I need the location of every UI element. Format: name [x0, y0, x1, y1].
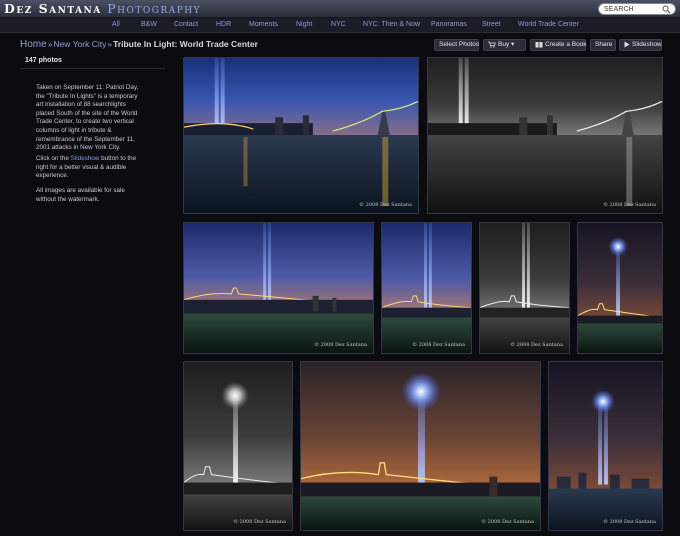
breadcrumb-separator: »: [47, 39, 53, 49]
sale-note: All images are available for sale withou…: [36, 187, 125, 203]
nav-item-bw[interactable]: B&W: [141, 21, 157, 28]
slideshow-button[interactable]: Slideshow: [619, 39, 662, 51]
nav-item-hdr[interactable]: HDR: [216, 21, 231, 28]
site-header: Dez Santana Photography: [0, 0, 680, 18]
breadcrumb-new-york-city[interactable]: New York City: [53, 39, 106, 49]
book-icon: [535, 41, 543, 48]
site-logo[interactable]: Dez Santana Photography: [4, 1, 201, 16]
photo-thumbnail[interactable]: © 2008 Dez Santana: [381, 222, 472, 354]
slideshow-label: Slideshow: [632, 41, 662, 48]
watermark: © 2008 Dez Santana: [359, 202, 412, 208]
watermark: © 2008 Dez Santana: [314, 342, 367, 348]
watermark: © 2008 Dez Santana: [603, 519, 656, 525]
photo-count: 147 photos: [25, 57, 62, 64]
cart-icon: [488, 41, 496, 48]
gallery-description: Taken on September 11: Patriot Day, the …: [36, 84, 139, 152]
create-book-label: Create a Book: [545, 41, 587, 48]
photo-thumbnail[interactable]: [577, 222, 663, 354]
watermark: © 2008 Dez Santana: [510, 342, 563, 348]
nav-item-nyc[interactable]: NYC: [331, 21, 346, 28]
share-label: Share: [595, 41, 613, 48]
photo-thumbnail[interactable]: © 2008 Dez Santana: [183, 57, 419, 214]
select-photos-label: Select Photos: [439, 41, 480, 48]
watermark: © 2008 Dez Santana: [233, 519, 286, 525]
breadcrumb-separator: »: [107, 39, 113, 49]
nav-item-moments[interactable]: Moments: [249, 21, 278, 28]
play-icon: [624, 41, 630, 48]
slideshow-link[interactable]: Slideshow: [71, 155, 100, 162]
search-icon[interactable]: [662, 5, 671, 14]
buy-button[interactable]: Buy ▾: [483, 39, 526, 51]
nav-item-street[interactable]: Street: [482, 21, 501, 28]
slideshow-hint-pre: Click on the: [36, 155, 71, 162]
select-photos-button[interactable]: Select Photos: [434, 39, 479, 51]
watermark: © 2008 Dez Santana: [603, 202, 656, 208]
brand-tagline: Photography: [107, 1, 202, 16]
create-book-button[interactable]: Create a Book: [530, 39, 587, 51]
photo-thumbnail[interactable]: © 2008 Dez Santana: [300, 361, 541, 531]
nav-item-nyc-then-now[interactable]: NYC: Then & Now: [363, 21, 420, 28]
nav-item-panoramas[interactable]: Panoramas: [431, 21, 467, 28]
breadcrumb: Home»New York City»Tribute In Light: Wor…: [20, 39, 258, 50]
nav-item-world-trade-center[interactable]: World Trade Center: [518, 21, 579, 28]
search-box: [598, 3, 676, 15]
share-button[interactable]: Share: [590, 39, 616, 51]
nav-item-contact[interactable]: Contact: [174, 21, 198, 28]
brand-name: Dez Santana: [4, 1, 102, 16]
photo-thumbnail[interactable]: © 2008 Dez Santana: [479, 222, 570, 354]
buy-label: Buy ▾: [498, 41, 515, 48]
photo-thumbnail[interactable]: © 2008 Dez Santana: [183, 222, 374, 354]
watermark: © 2008 Dez Santana: [481, 519, 534, 525]
search-input[interactable]: [604, 4, 662, 14]
gallery-nav: All B&W Contact HDR Moments Night NYC NY…: [0, 18, 680, 33]
sidebar-divider: [20, 68, 165, 69]
photo-thumbnail[interactable]: © 2008 Dez Santana: [183, 361, 293, 531]
nav-item-all[interactable]: All: [112, 21, 120, 28]
photo-thumbnail[interactable]: © 2008 Dez Santana: [427, 57, 663, 214]
photo-thumbnail[interactable]: © 2008 Dez Santana: [548, 361, 663, 531]
breadcrumb-home[interactable]: Home: [20, 39, 47, 50]
slideshow-hint: Click on the Slideshow button to the rig…: [36, 155, 146, 181]
nav-item-night[interactable]: Night: [296, 21, 312, 28]
watermark: © 2008 Dez Santana: [412, 342, 465, 348]
page-title: Tribute In Light: World Trade Center: [113, 39, 258, 49]
